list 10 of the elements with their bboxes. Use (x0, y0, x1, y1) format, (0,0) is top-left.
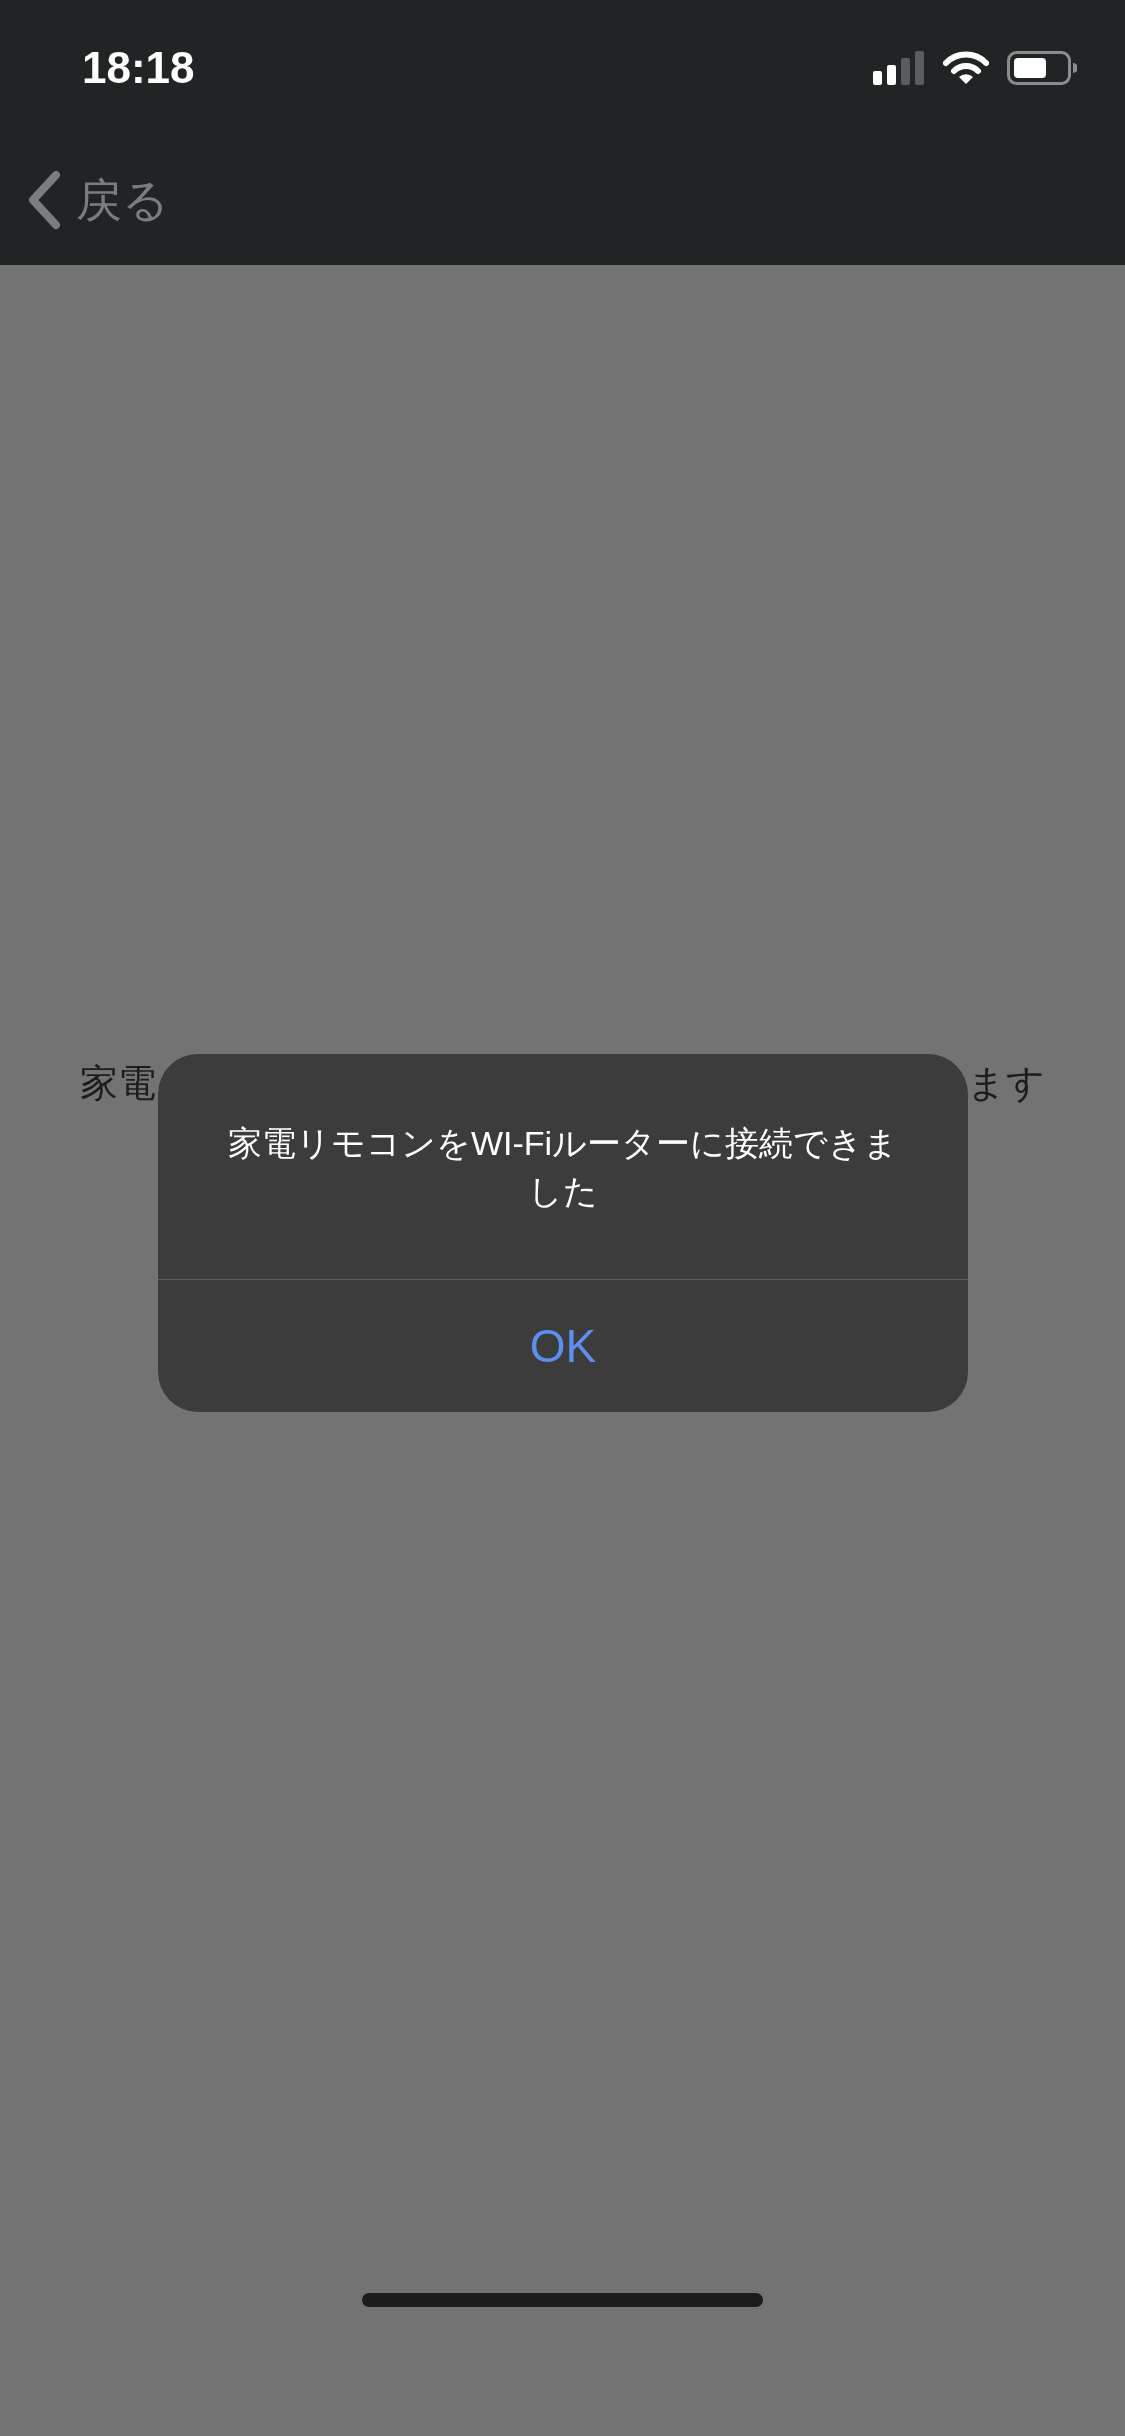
page-text: 家電 (80, 1061, 156, 1106)
back-button[interactable]: 戻る (0, 135, 169, 265)
status-time: 18:18 (82, 41, 195, 94)
battery-icon (1007, 50, 1077, 85)
signal-icon (873, 50, 925, 85)
page-text: ます (967, 1061, 1045, 1106)
chevron-left-icon (26, 170, 62, 230)
alert-message: 家電リモコンをWI-Fiルーターに接続できました (226, 1122, 900, 1212)
wifi-icon (943, 50, 989, 85)
ok-button[interactable]: OK (158, 1279, 968, 1412)
